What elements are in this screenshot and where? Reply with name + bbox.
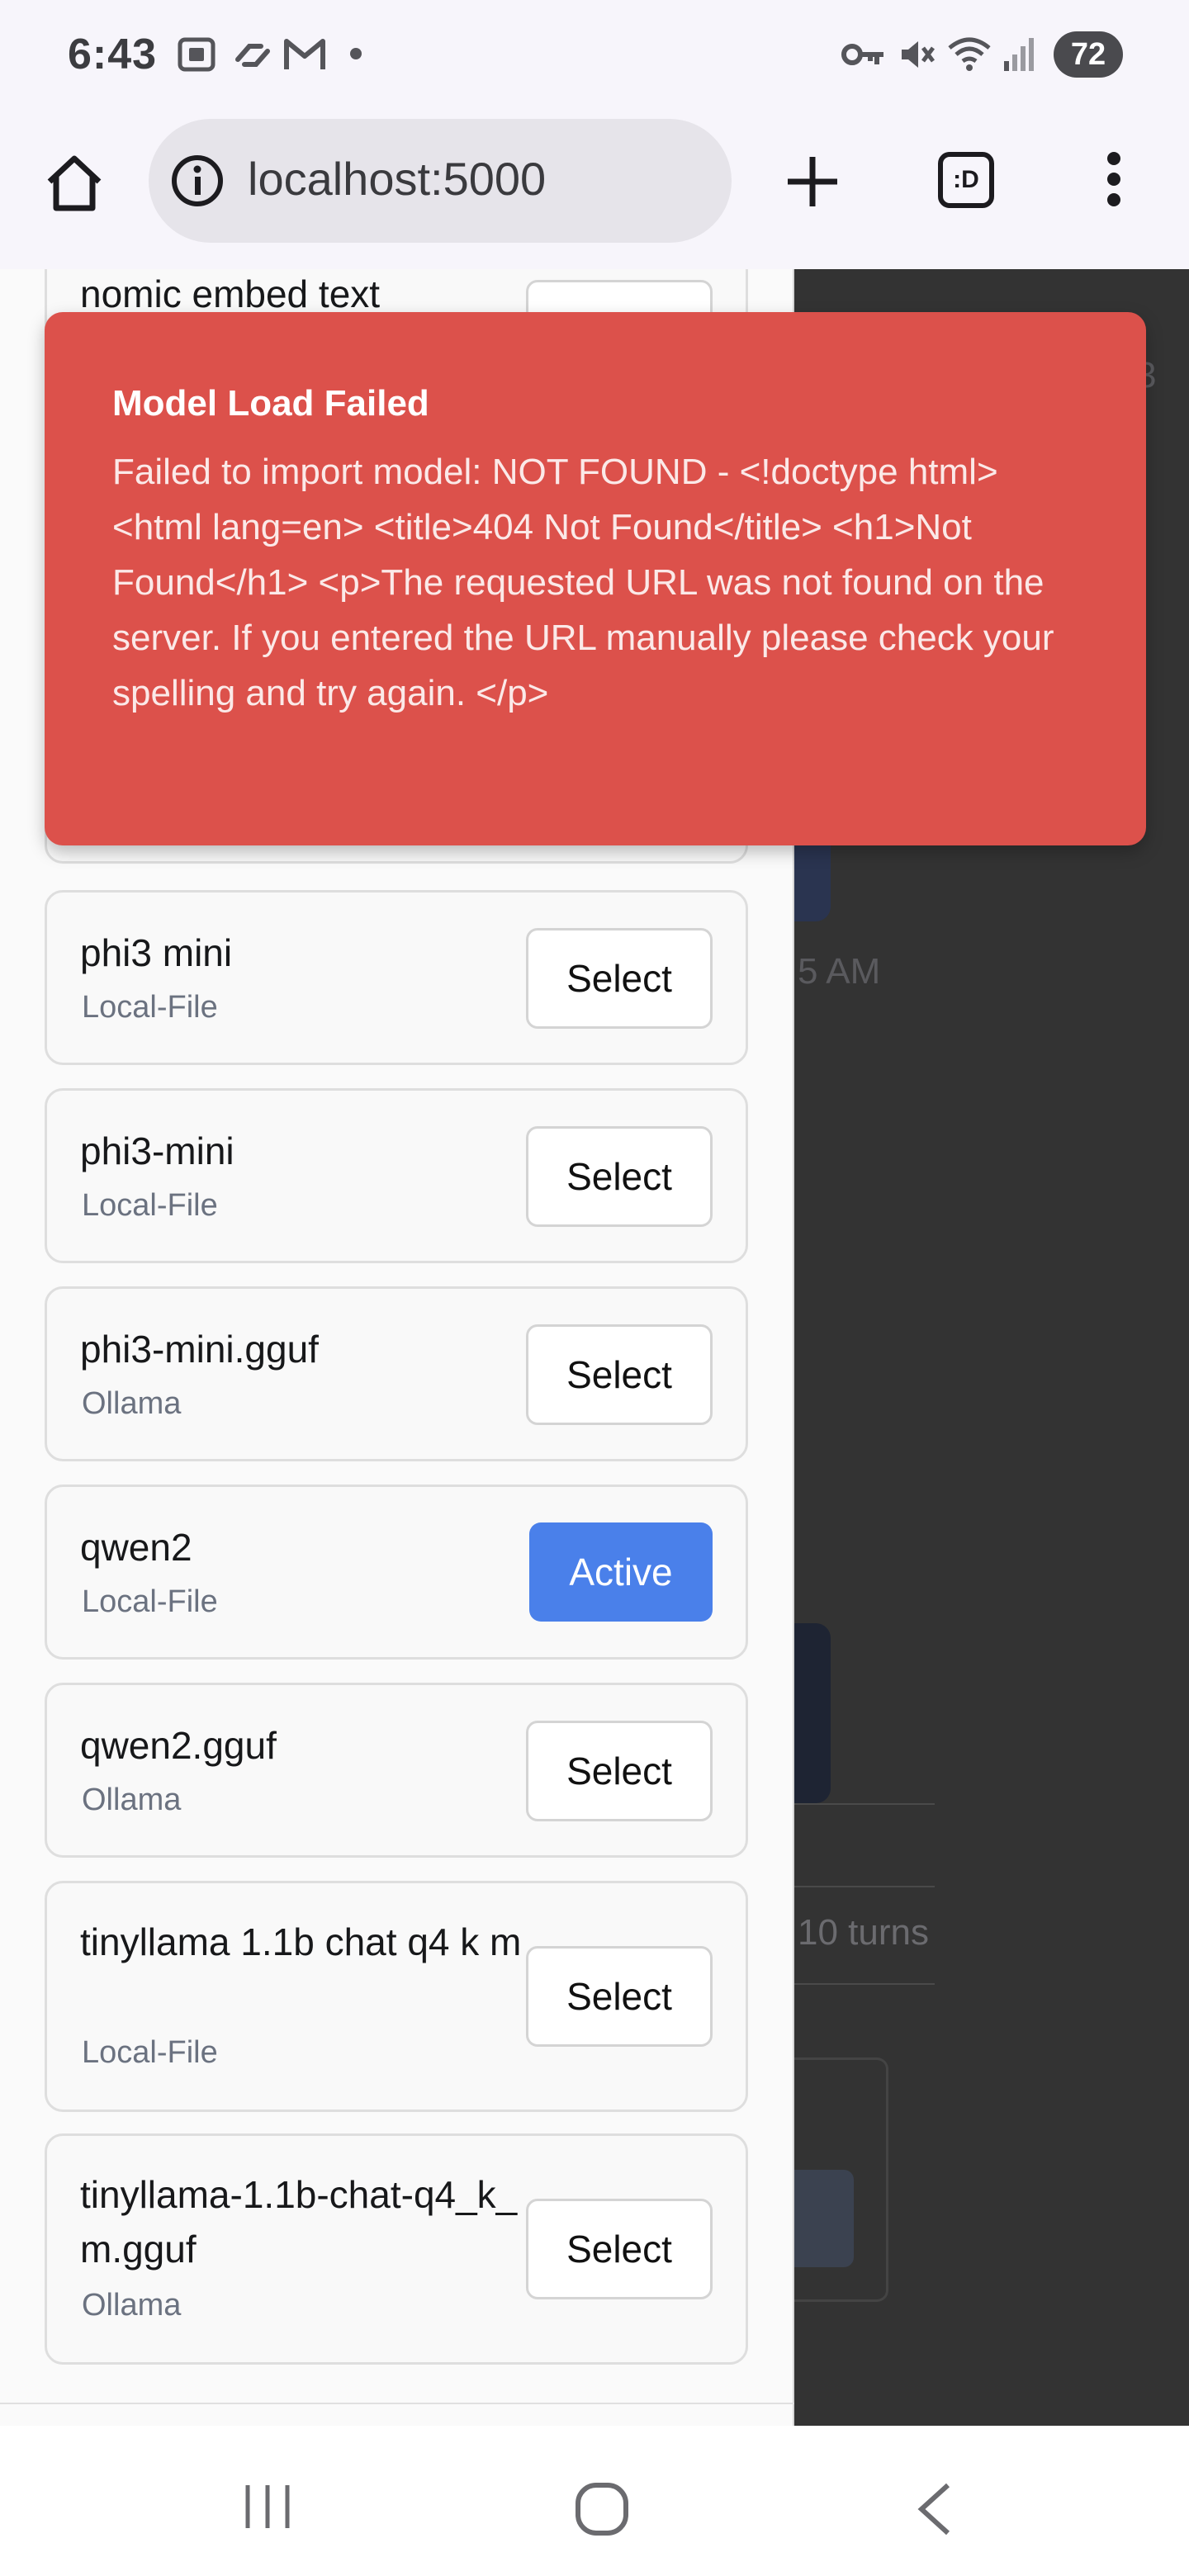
model-source: Local-File [82,2035,218,2070]
toast-message: Failed to import model: NOT FOUND - <!do… [112,452,1054,713]
page-content: 3 5 AM 10 turns nomic embed text Select … [0,269,1189,2426]
system-navigation-bar [0,2426,1189,2576]
address-bar[interactable]: localhost:5000 [149,119,732,243]
screenshot-icon [178,37,216,72]
model-card: tinyllama-1.1b-chat-q4_k_m.gguf Ollama S… [45,2133,748,2365]
background-timestamp: 5 AM [798,951,881,992]
select-button[interactable]: Select [526,1126,713,1227]
model-name: phi3 mini [80,931,233,974]
home-icon[interactable] [43,152,106,215]
notification-dot-icon [350,48,362,59]
vpn-key-icon [841,44,883,65]
toast-title: Model Load Failed [112,383,429,424]
model-name: qwen2 [80,1526,192,1569]
battery-indicator: 72 [1054,31,1123,78]
browser-menu-icon[interactable] [1101,152,1126,216]
select-button[interactable]: Select [526,1946,713,2047]
panel-divider [0,2403,794,2404]
error-toast[interactable]: Model Load Failed Failed to import model… [45,312,1146,845]
active-button[interactable]: Active [529,1522,713,1622]
model-name: qwen2.gguf [80,1724,277,1767]
select-button[interactable]: Select [526,928,713,1029]
site-info-icon[interactable] [170,154,225,208]
url-text[interactable]: localhost:5000 [248,152,546,206]
select-button[interactable]: Select [526,1324,713,1425]
background-divider [794,1886,935,1887]
model-name: tinyllama-1.1b-chat-q4_k_m.gguf [80,2173,518,2271]
recent-apps-icon[interactable] [241,2480,294,2533]
background-divider [794,1983,935,1985]
model-source: Local-File [82,1584,218,1619]
gmail-icon [284,39,325,69]
model-name: phi3-mini [80,1129,234,1172]
signal-icon [1004,38,1034,71]
browser-toolbar: localhost:5000 :D [0,111,1189,269]
wifi-icon [948,37,991,71]
back-icon[interactable] [913,2480,955,2538]
model-source: Ollama [82,2288,182,2323]
status-bar: 6:43 72 [0,0,1189,111]
model-name: phi3-mini.gguf [80,1328,319,1371]
model-card: qwen2.gguf Ollama Select [45,1683,748,1858]
home-nav-icon[interactable] [573,2480,631,2538]
model-source: Ollama [82,1386,182,1421]
model-name: tinyllama 1.1b chat q4 k m [80,1920,522,1963]
model-card: tinyllama 1.1b chat q4 k m Local-File Se… [45,1881,748,2112]
tab-switcher-button[interactable]: :D [938,152,994,208]
model-source: Ollama [82,1783,182,1817]
background-turns-label: 10 turns [798,1912,929,1953]
model-card: phi3-mini Local-File Select [45,1088,748,1263]
mute-icon [902,41,935,68]
select-button[interactable]: Select [526,2199,713,2299]
status-time: 6:43 [68,31,158,78]
send-icon [794,2170,854,2267]
background-divider [794,1803,935,1805]
select-button[interactable]: Select [526,1721,713,1821]
model-source: Local-File [82,1188,218,1223]
model-source: Local-File [82,990,218,1025]
link-icon [235,44,270,67]
model-card-active: qwen2 Local-File Active [45,1485,748,1660]
model-card: phi3-mini.gguf Ollama Select [45,1286,748,1461]
model-card: phi3 mini Local-File Select [45,890,748,1065]
new-tab-icon[interactable] [781,150,844,213]
